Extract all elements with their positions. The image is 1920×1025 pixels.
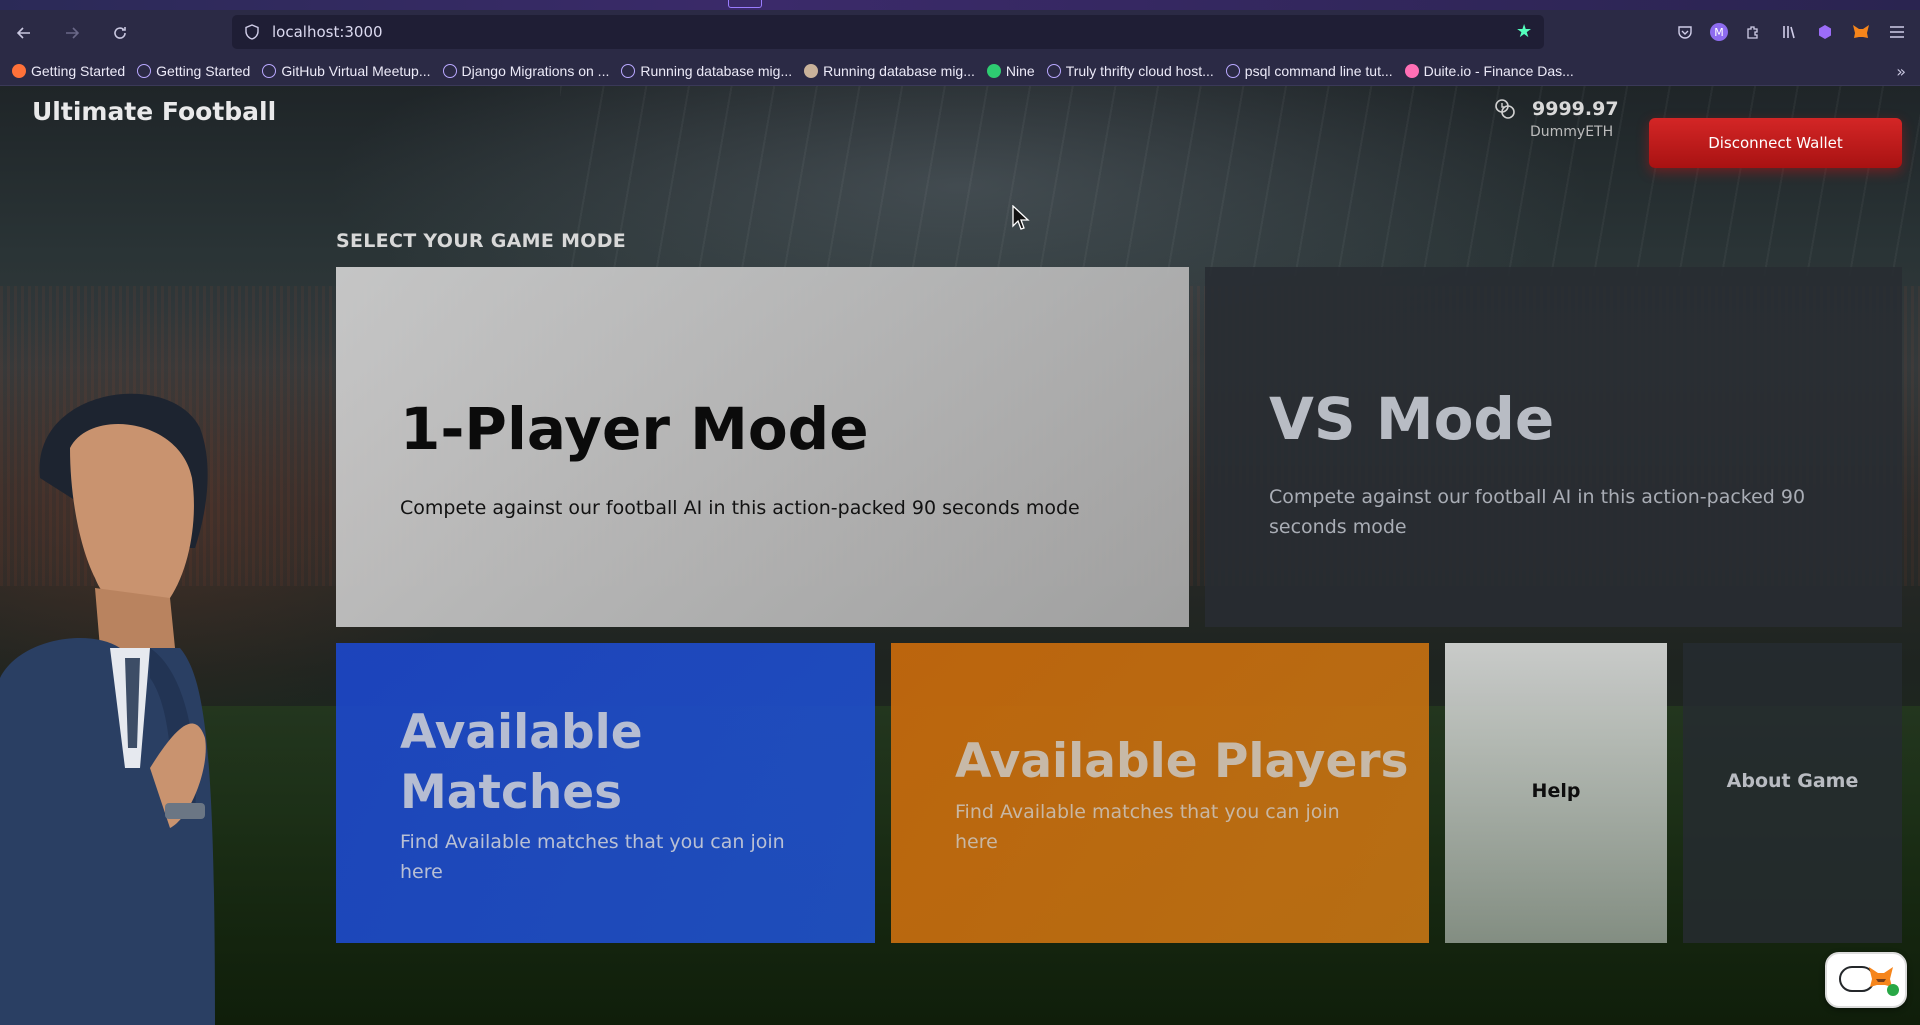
- back-button[interactable]: [12, 21, 36, 45]
- available-players-title: Available Players: [955, 734, 1409, 789]
- bookmark-label: GitHub Virtual Meetup...: [281, 62, 431, 79]
- pocket-icon[interactable]: [1674, 21, 1696, 43]
- bookmark-item[interactable]: Getting Started: [137, 63, 250, 79]
- browser-toolbar: localhost:3000 ★ M: [0, 10, 1920, 117]
- available-players-description: Find Available matches that you can join…: [955, 801, 1340, 853]
- stadium-background: [560, 86, 1920, 276]
- active-tab-indicator[interactable]: [728, 0, 762, 8]
- bookmark-item[interactable]: Nine: [986, 62, 1035, 79]
- bookmark-item[interactable]: GitHub Virtual Meetup...: [262, 62, 431, 79]
- bookmark-label: Nine: [1005, 62, 1035, 79]
- puzzle-icon[interactable]: [1742, 21, 1764, 43]
- vs-mode-card[interactable]: VS Mode Compete against our football AI …: [1205, 267, 1902, 627]
- bookmark-label: psql command line tut...: [1244, 62, 1393, 79]
- wallet-amount: 9999.97: [1532, 98, 1619, 120]
- globe-icon: [262, 63, 277, 78]
- globe-icon: [137, 63, 152, 78]
- mouse-cursor-icon: [1012, 205, 1030, 230]
- globe-icon: [1225, 63, 1240, 78]
- app-brand[interactable]: Ultimate Football: [32, 97, 276, 126]
- nine-icon: [986, 63, 1001, 78]
- bookmark-label: Running database mig...: [823, 62, 975, 79]
- available-players-card[interactable]: Available Players Find Available matches…: [891, 643, 1429, 943]
- forward-button[interactable]: [60, 21, 84, 45]
- bookmark-item[interactable]: Getting Started: [12, 63, 125, 79]
- vs-mode-title: VS Mode: [1269, 385, 1555, 453]
- bookmark-label: Running database mig...: [640, 62, 793, 79]
- bookmark-label: Django Migrations on ...: [461, 62, 610, 79]
- extension-icons: M: [1674, 21, 1908, 43]
- shield-icon[interactable]: [244, 24, 260, 40]
- hexagon-extension-icon[interactable]: [1814, 21, 1836, 43]
- app-page: Ultimate Football 9999.97 DummyETH Disco…: [0, 86, 1920, 1025]
- reload-icon: [114, 27, 126, 39]
- url-bar[interactable]: localhost:3000 ★: [232, 15, 1544, 117]
- available-matches-card[interactable]: Available Matches Find Available matches…: [336, 643, 875, 943]
- bookmark-item[interactable]: psql command line tut...: [1225, 62, 1393, 79]
- avatar-icon: [804, 63, 819, 78]
- one-player-mode-title: 1-Player Mode: [400, 395, 869, 463]
- bookmark-star-icon[interactable]: ★: [1516, 23, 1534, 41]
- globe-icon: [621, 63, 636, 78]
- bookmarks-overflow-icon[interactable]: »: [1896, 62, 1906, 81]
- globe-icon: [442, 63, 457, 78]
- manager-illustration: [0, 393, 215, 1025]
- bookmarks-bar: Getting Started Getting Started GitHub Vir…: [0, 56, 1920, 86]
- available-matches-description: Find Available matches that you can join…: [400, 831, 785, 883]
- about-game-title: About Game: [1726, 770, 1859, 792]
- wallet-currency: DummyETH: [1530, 124, 1614, 140]
- bookmark-label: Getting Started: [31, 62, 126, 79]
- bookmark-item[interactable]: Running database mig...: [621, 63, 792, 79]
- back-arrow-icon: [16, 27, 30, 39]
- library-icon[interactable]: [1778, 21, 1800, 43]
- bookmark-item[interactable]: Running database mig...: [804, 63, 975, 79]
- help-title: Help: [1531, 780, 1581, 802]
- metamask-icon[interactable]: [1850, 21, 1872, 43]
- m-extension-icon[interactable]: M: [1710, 23, 1728, 41]
- metamask-connection-widget[interactable]: [1825, 952, 1907, 1008]
- url-text[interactable]: localhost:3000: [272, 23, 383, 41]
- vs-mode-description: Compete against our football AI in this …: [1269, 486, 1806, 538]
- menu-icon[interactable]: [1886, 21, 1908, 43]
- bookmark-label: Getting Started: [156, 62, 251, 79]
- available-matches-title: Available Matches: [400, 705, 643, 820]
- wallet-balance: 9999.97 DummyETH: [1494, 98, 1619, 146]
- bookmark-item[interactable]: Duite.io - Finance Das...: [1404, 62, 1574, 79]
- connected-status-dot: [1887, 984, 1899, 996]
- one-player-mode-description: Compete against our football AI in this …: [400, 497, 1080, 519]
- firefox-icon: [12, 63, 26, 78]
- section-title: SELECT YOUR GAME MODE: [336, 230, 627, 252]
- coins-icon: [1495, 99, 1515, 119]
- bookmark-item[interactable]: Truly thrifty cloud host...: [1046, 62, 1214, 79]
- bookmark-item[interactable]: Django Migrations on ...: [442, 62, 610, 79]
- bookmark-label: Truly thrifty cloud host...: [1065, 62, 1214, 79]
- reload-button[interactable]: [108, 21, 132, 45]
- about-game-card[interactable]: About Game: [1683, 643, 1902, 943]
- duite-icon: [1404, 63, 1419, 78]
- disconnect-wallet-button[interactable]: Disconnect Wallet: [1649, 118, 1902, 168]
- help-card[interactable]: Help: [1445, 643, 1667, 943]
- tab-strip: [0, 0, 1920, 10]
- bookmark-label: Duite.io - Finance Das...: [1423, 62, 1574, 79]
- globe-icon: [1046, 63, 1061, 78]
- one-player-mode-card[interactable]: 1-Player Mode Compete against our footba…: [336, 267, 1189, 627]
- forward-arrow-icon: [66, 27, 80, 39]
